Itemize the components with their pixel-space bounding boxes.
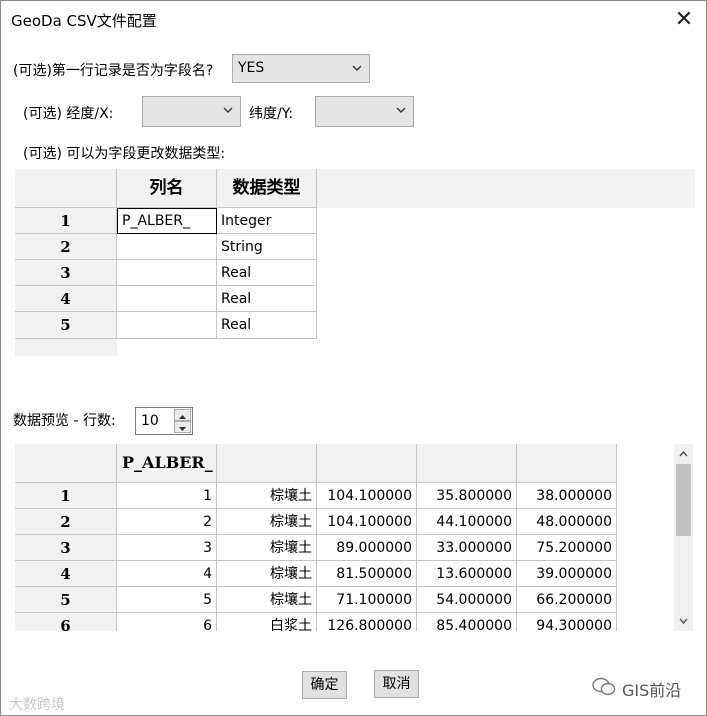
preview-cell[interactable]: 75.200000 (517, 535, 617, 561)
preview-cell[interactable]: 白浆土 (217, 613, 317, 631)
chevron-down-icon (396, 107, 406, 113)
field-type-cell[interactable]: Real (217, 260, 317, 286)
row-header[interactable]: 4 (15, 286, 117, 312)
preview-cell[interactable]: 66.200000 (517, 587, 617, 613)
row-header[interactable]: 2 (15, 234, 117, 260)
preview-cell[interactable]: 棕壤土 (217, 587, 317, 613)
rowhdr-filler (15, 339, 117, 356)
grid-corner (15, 169, 117, 208)
preview-rows-spinner[interactable]: 10 (135, 407, 193, 435)
latitude-select[interactable] (315, 96, 414, 127)
preview-cell[interactable]: 棕壤土 (217, 535, 317, 561)
field-type-cell[interactable]: Real (217, 312, 317, 339)
header-row-select[interactable]: YES (232, 54, 370, 83)
preview-rows-value: 10 (141, 413, 159, 429)
latitude-label: 纬度/Y: (249, 106, 294, 122)
preview-column-header[interactable] (517, 444, 617, 483)
preview-cell[interactable]: 126.800000 (317, 613, 417, 631)
row-header[interactable]: 2 (15, 509, 117, 535)
row-header[interactable]: 4 (15, 561, 117, 587)
preview-cell[interactable]: 13.600000 (417, 561, 517, 587)
triangle-down-icon (179, 427, 186, 431)
preview-cell[interactable]: 39.000000 (517, 561, 617, 587)
data-preview-grid: P_ALBER_ 1 1 棕壤土 104.100000 35.800000 38… (15, 444, 674, 631)
title-bar: GeoDa CSV文件配置 ✕ (1, 1, 706, 39)
longitude-select[interactable] (142, 96, 241, 127)
field-type-cell[interactable]: Integer (217, 208, 317, 234)
preview-cell[interactable]: 2 (117, 509, 217, 535)
field-name-cell[interactable] (117, 260, 217, 286)
csv-config-dialog: GeoDa CSV文件配置 ✕ (可选)第一行记录是否为字段名? YES (可选… (0, 0, 707, 716)
preview-cell[interactable]: 104.100000 (317, 483, 417, 509)
preview-column-header[interactable] (317, 444, 417, 483)
preview-cell[interactable]: 104.100000 (317, 509, 417, 535)
chevron-down-icon (352, 65, 362, 71)
field-type-cell[interactable]: String (217, 234, 317, 260)
close-icon[interactable]: ✕ (670, 6, 698, 34)
wechat-icon (592, 677, 616, 696)
preview-cell[interactable]: 3 (117, 535, 217, 561)
field-name-cell[interactable] (117, 286, 217, 312)
type-change-label: (可选) 可以为字段更改数据类型: (23, 146, 226, 162)
header-row-label: (可选)第一行记录是否为字段名? (13, 63, 214, 79)
row-header[interactable]: 6 (15, 613, 117, 631)
field-name-cell[interactable] (117, 312, 217, 339)
preview-cell[interactable]: 棕壤土 (217, 483, 317, 509)
preview-cell[interactable]: 54.000000 (417, 587, 517, 613)
row-header[interactable]: 1 (15, 208, 117, 234)
preview-cell[interactable]: 5 (117, 587, 217, 613)
spin-up-button[interactable] (174, 409, 191, 421)
grid-corner (15, 444, 117, 483)
ok-button[interactable]: 确定 (302, 671, 347, 699)
field-name-cell[interactable] (117, 234, 217, 260)
chevron-down-icon (223, 107, 233, 113)
preview-cell[interactable]: 89.000000 (317, 535, 417, 561)
cancel-button[interactable]: 取消 (374, 670, 419, 698)
scrollbar-thumb[interactable] (676, 464, 691, 536)
preview-cell[interactable]: 81.500000 (317, 561, 417, 587)
scroll-up-icon[interactable] (678, 449, 689, 459)
spin-down-button[interactable] (174, 421, 191, 433)
preview-cell[interactable]: 85.400000 (417, 613, 517, 631)
row-header[interactable]: 3 (15, 535, 117, 561)
preview-cell[interactable]: 棕壤土 (217, 561, 317, 587)
field-name-cell[interactable]: P_ALBER_ (117, 208, 217, 234)
longitude-label: (可选) 经度/X: (23, 106, 114, 122)
column-header-name[interactable]: 列名 (117, 169, 217, 208)
preview-cell[interactable]: 35.800000 (417, 483, 517, 509)
preview-cell[interactable]: 4 (117, 561, 217, 587)
preview-vertical-scrollbar[interactable] (674, 444, 693, 631)
header-filler (315, 169, 695, 208)
preview-column-header[interactable]: P_ALBER_ (117, 444, 217, 483)
field-type-cell[interactable]: Real (217, 286, 317, 312)
window-title: GeoDa CSV文件配置 (11, 12, 157, 30)
watermark-brand: GIS前沿 (622, 681, 682, 700)
watermark-left: 大数跨境 (9, 697, 65, 713)
preview-cell[interactable]: 33.000000 (417, 535, 517, 561)
preview-cell[interactable]: 71.100000 (317, 587, 417, 613)
row-header[interactable]: 5 (15, 312, 117, 339)
row-header[interactable]: 5 (15, 587, 117, 613)
preview-column-header[interactable] (217, 444, 317, 483)
scroll-down-icon[interactable] (678, 616, 689, 626)
preview-cell[interactable]: 48.000000 (517, 509, 617, 535)
preview-cell[interactable]: 94.300000 (517, 613, 617, 631)
row-header[interactable]: 1 (15, 483, 117, 509)
preview-column-header[interactable] (417, 444, 517, 483)
preview-cell[interactable]: 38.000000 (517, 483, 617, 509)
preview-cell[interactable]: 6 (117, 613, 217, 631)
preview-cell[interactable]: 棕壤土 (217, 509, 317, 535)
preview-cell[interactable]: 1 (117, 483, 217, 509)
preview-cell[interactable]: 44.100000 (417, 509, 517, 535)
preview-rows-label: 数据预览 - 行数: (13, 413, 116, 429)
header-row-value: YES (238, 60, 265, 76)
column-header-type[interactable]: 数据类型 (217, 169, 317, 208)
row-header[interactable]: 3 (15, 260, 117, 286)
field-type-grid: 列名 数据类型 1 P_ALBER_ Integer 2 String 3 Re… (15, 169, 695, 356)
